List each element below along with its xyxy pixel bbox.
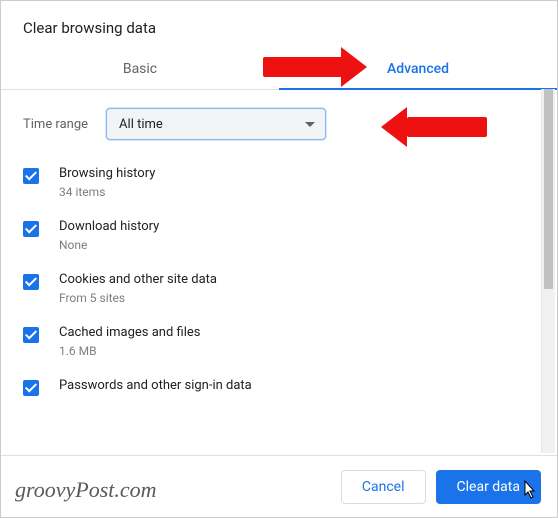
content-area: Time range All time Browsing history 34 …	[1, 90, 557, 430]
item-subtitle: 1.6 MB	[59, 344, 200, 358]
checkbox-browsing-history[interactable]	[23, 168, 39, 184]
item-subtitle: None	[59, 238, 159, 252]
item-title: Browsing history	[59, 166, 155, 181]
list-item: Cookies and other site data From 5 sites	[23, 262, 539, 315]
list-item: Passwords and other sign-in data	[23, 368, 539, 407]
checkbox-passwords[interactable]	[23, 380, 39, 396]
list-item: Cached images and files 1.6 MB	[23, 315, 539, 368]
tabs: Basic Advanced	[1, 51, 557, 90]
dialog-title: Clear browsing data	[1, 1, 557, 51]
clear-data-button[interactable]: Clear data	[436, 470, 541, 504]
time-range-select[interactable]: All time	[106, 108, 326, 140]
time-range-row: Time range All time	[23, 90, 539, 156]
item-subtitle: From 5 sites	[59, 291, 217, 305]
list-item: Download history None	[23, 209, 539, 262]
item-title: Passwords and other sign-in data	[59, 378, 252, 393]
checkbox-cached-images[interactable]	[23, 327, 39, 343]
item-subtitle: 34 items	[59, 185, 155, 199]
checkbox-download-history[interactable]	[23, 221, 39, 237]
checkbox-cookies[interactable]	[23, 274, 39, 290]
tab-basic[interactable]: Basic	[1, 51, 279, 89]
dropdown-caret-icon	[305, 122, 315, 127]
cancel-button[interactable]: Cancel	[341, 470, 426, 504]
tab-advanced[interactable]: Advanced	[279, 51, 557, 89]
dialog-footer: Cancel Clear data	[1, 455, 557, 517]
item-title: Download history	[59, 219, 159, 234]
item-title: Cookies and other site data	[59, 272, 217, 287]
item-title: Cached images and files	[59, 325, 200, 340]
time-range-label: Time range	[23, 117, 88, 132]
list-item: Browsing history 34 items	[23, 156, 539, 209]
time-range-value: All time	[119, 117, 163, 132]
